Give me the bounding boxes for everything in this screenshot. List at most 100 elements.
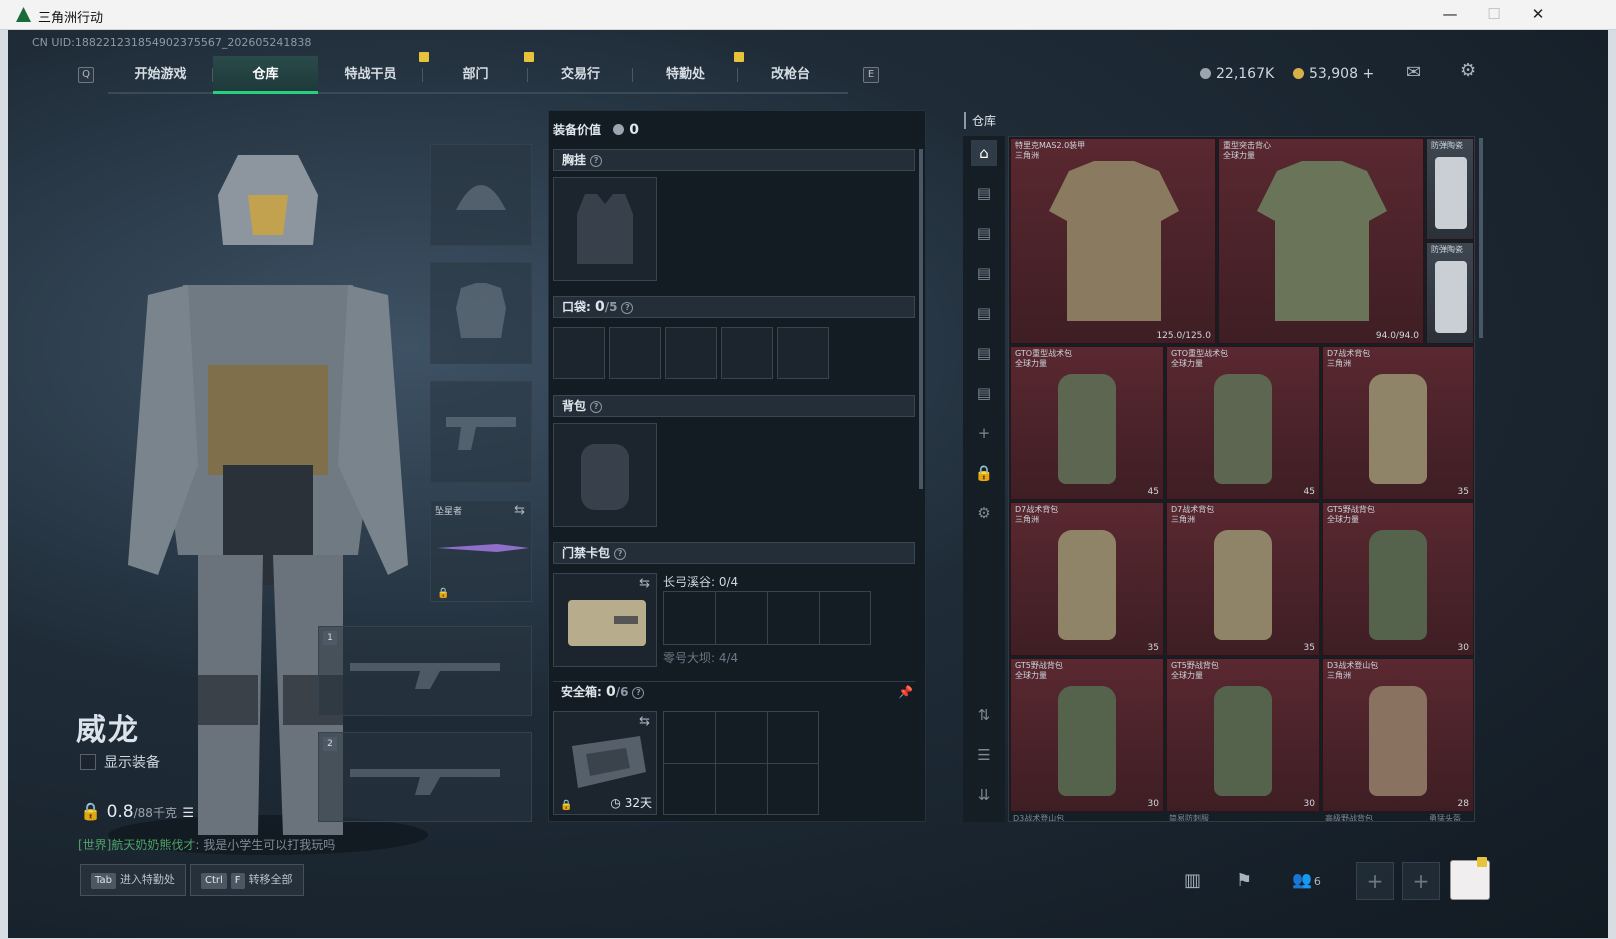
warehouse-item-backpack[interactable]: GT5野战背包 全球力量 30 — [1010, 658, 1164, 812]
item-name: D7战术背包 三角洲 — [1171, 505, 1215, 524]
pocket-slot[interactable] — [721, 327, 773, 379]
keycard-grid[interactable] — [663, 591, 871, 645]
pocket-slot[interactable] — [665, 327, 717, 379]
warehouse-page-icon[interactable]: ▤ — [971, 220, 997, 246]
pocket-header: 口袋: 0/5? — [553, 296, 915, 318]
loadout-scrollbar[interactable] — [919, 149, 923, 489]
list-icon[interactable]: ☰ — [182, 806, 194, 821]
player-avatar[interactable] — [1450, 857, 1490, 900]
warehouse-item-backpack[interactable]: D3战术登山包 三角洲 28 — [1322, 658, 1474, 812]
backpack-icon — [1214, 686, 1272, 797]
pocket-slot[interactable] — [553, 327, 605, 379]
gold-currency[interactable]: 53,908 + — [1293, 66, 1374, 82]
pin-icon[interactable]: 📌 — [898, 682, 913, 702]
world-chat-line[interactable]: [世界]航天奶奶熊伐才: 我是小学生可以打我玩吗 — [78, 836, 335, 853]
tab-warehouse[interactable]: 仓库 — [213, 56, 318, 94]
lock-icon[interactable]: 🔒 — [971, 460, 997, 486]
item-capacity: 35 — [1147, 643, 1159, 653]
main-tab-bar: 开始游戏 仓库 特战干员 部门 交易行 特勤处 改枪台 — [108, 52, 848, 94]
item-name: GTO重型战术包 全球力量 — [1015, 349, 1073, 368]
ceramic-plate-icon — [1435, 261, 1467, 333]
pocket-slot[interactable] — [609, 327, 661, 379]
tab-special-ops[interactable]: 特勤处 — [633, 52, 744, 94]
party-slot-add[interactable]: + — [1402, 862, 1440, 900]
party-slot-add[interactable]: + — [1356, 862, 1394, 900]
close-button[interactable]: ✕ — [1524, 3, 1552, 25]
transfer-all-button[interactable]: Ctrl F 转移全部 — [190, 864, 304, 896]
warehouse-item-backpack[interactable]: GT5野战背包 全球力量 30 — [1322, 502, 1474, 656]
warehouse-item-backpack[interactable]: D7战术背包 三角洲 35 — [1010, 502, 1164, 656]
safe-box-grid[interactable] — [663, 711, 819, 815]
show-equipment-toggle[interactable]: 显示装备 — [80, 752, 160, 772]
lock-icon: 🔒 — [437, 588, 450, 599]
item-capacity: 28 — [1457, 799, 1469, 809]
melee-slot[interactable]: 坠星者 ⇆ 🔒 — [430, 500, 532, 602]
helmet-slot[interactable] — [430, 144, 532, 246]
mail-icon[interactable]: ✉ — [1406, 62, 1421, 83]
melee-name: 坠星者 — [435, 507, 463, 517]
help-icon[interactable]: ? — [632, 687, 645, 699]
transfer-icon[interactable]: ⇊ — [971, 782, 997, 808]
flag-icon[interactable]: ⚑ — [1236, 870, 1252, 891]
safe-box-slot[interactable]: ⇆ 🔒 ◷ 32天 — [553, 711, 657, 815]
pistol-icon — [446, 417, 516, 450]
backpack-icon — [581, 444, 629, 510]
warehouse-page-icon[interactable]: ▤ — [971, 300, 997, 326]
settings-gear-icon[interactable]: ⚙ — [971, 500, 997, 526]
warehouse-page-icon[interactable]: ▤ — [971, 180, 997, 206]
item-capacity: 35 — [1457, 487, 1469, 497]
primary-weapon-slot-2[interactable]: 2 — [318, 732, 532, 822]
next-tab-key[interactable]: E — [863, 67, 879, 83]
warehouse-item-partial[interactable]: D3战术登山包 — [1013, 813, 1064, 821]
warehouse-item-backpack[interactable]: D7战术背包 三角洲 35 — [1166, 502, 1320, 656]
backpack-slot[interactable] — [553, 423, 657, 527]
warehouse-item-partial[interactable]: 简易防刺服 — [1169, 813, 1209, 821]
warehouse-item-armor[interactable]: 特里克MAS2.0装甲 三角洲 125.0/125.0 — [1010, 138, 1216, 344]
help-icon[interactable]: ? — [590, 155, 603, 167]
settings-gear-icon[interactable]: ⚙ — [1460, 60, 1476, 81]
checkbox[interactable] — [80, 754, 96, 770]
warehouse-item-backpack[interactable]: GTO重型战术包 全球力量 45 — [1166, 346, 1320, 500]
warehouse-item-armor[interactable]: 重型突击背心 全球力量 94.0/94.0 — [1218, 138, 1424, 344]
warehouse-page-icon[interactable]: ▤ — [971, 340, 997, 366]
stats-icon[interactable]: ▥ — [1184, 870, 1201, 891]
warehouse-page-icon[interactable]: ▤ — [971, 380, 997, 406]
tab-department[interactable]: 部门 — [423, 52, 534, 94]
warehouse-item-partial[interactable]: 勇猛头盔 — [1429, 813, 1461, 821]
warehouse-item-plate[interactable]: 防弹陶瓷 — [1426, 242, 1474, 344]
backpack-icon — [1058, 686, 1116, 797]
help-icon[interactable]: ? — [614, 548, 627, 560]
tab-start-game[interactable]: 开始游戏 — [108, 56, 213, 94]
sort-icon[interactable]: ⇅ — [971, 702, 997, 728]
add-page-icon[interactable]: + — [971, 420, 997, 446]
tab-gunsmith[interactable]: 改枪台 — [738, 56, 843, 94]
tab-trading[interactable]: 交易行 — [528, 56, 633, 94]
warehouse-scrollbar[interactable] — [1479, 138, 1483, 338]
chest-rig-slot[interactable] — [553, 177, 657, 281]
warehouse-home-icon[interactable]: ⌂ — [971, 140, 997, 166]
layers-icon[interactable]: ☰ — [971, 742, 997, 768]
operator-name: 威龙 — [76, 713, 140, 748]
swap-icon[interactable]: ⇆ — [639, 576, 650, 591]
tab-operators[interactable]: 特战干员 — [318, 52, 429, 94]
warehouse-item-backpack[interactable]: GT5野战背包 全球力量 30 — [1166, 658, 1320, 812]
minimize-button[interactable]: — — [1436, 3, 1464, 25]
pistol-slot[interactable] — [430, 381, 532, 483]
enter-special-ops-button[interactable]: Tab 进入特勤处 — [80, 864, 186, 896]
prev-tab-key[interactable]: Q — [78, 67, 94, 83]
help-icon[interactable]: ? — [621, 302, 634, 314]
pocket-slot[interactable] — [777, 327, 829, 379]
help-icon[interactable]: ? — [590, 401, 603, 413]
warehouse-item-backpack[interactable]: D7战术背包 三角洲 35 — [1322, 346, 1474, 500]
primary-weapon-slot-1[interactable]: 1 — [318, 626, 532, 716]
swap-icon[interactable]: ⇆ — [514, 503, 525, 518]
maximize-button[interactable]: ☐ — [1480, 3, 1508, 25]
warehouse-page-icon[interactable]: ▤ — [971, 260, 997, 286]
armor-slot[interactable] — [430, 262, 532, 364]
warehouse-item-plate[interactable]: 防弹陶瓷 — [1426, 138, 1474, 240]
warehouse-item-backpack[interactable]: GTO重型战术包 全球力量 45 — [1010, 346, 1164, 500]
friends-button[interactable]: 👥 6 — [1292, 870, 1321, 889]
warehouse-item-partial[interactable]: 高级野战背包 — [1325, 813, 1373, 821]
swap-icon[interactable]: ⇆ — [639, 714, 650, 729]
keycard-case-slot[interactable]: ⇆ — [553, 573, 657, 667]
